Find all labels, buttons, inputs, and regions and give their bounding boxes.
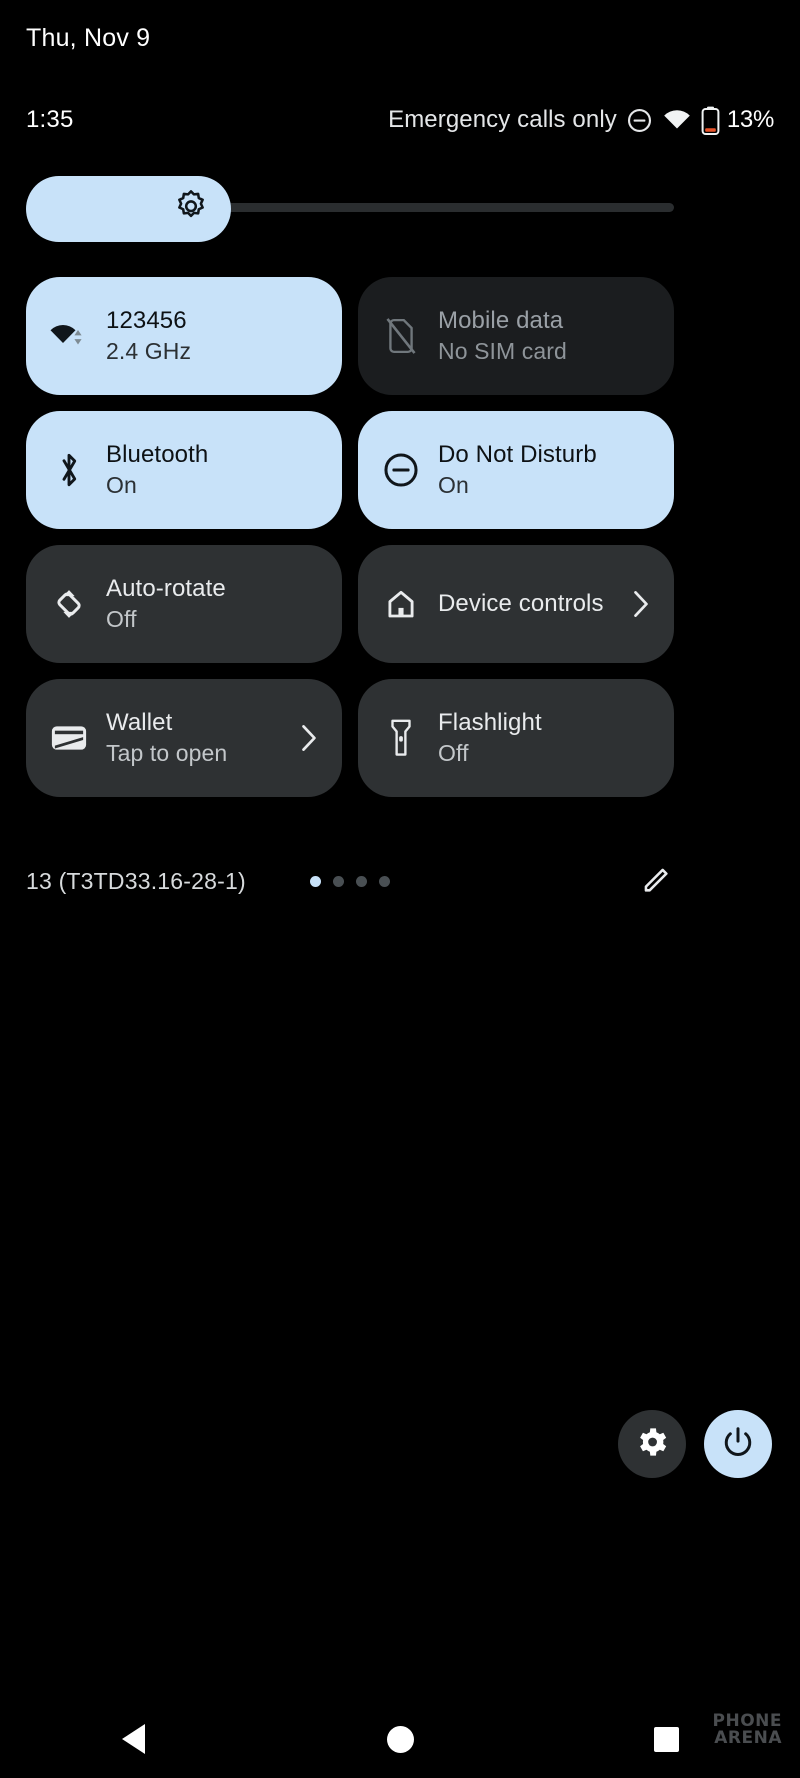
auto-rotate-icon — [48, 583, 90, 625]
chevron-right-icon[interactable] — [630, 589, 652, 619]
carrier-label: Emergency calls only — [388, 106, 617, 133]
edit-tiles-button[interactable] — [640, 862, 674, 901]
tile-wifi-text: 123456 2.4 GHz — [106, 306, 320, 366]
tile-bluetooth-subtitle: On — [106, 472, 137, 498]
tile-do-not-disturb-subtitle: On — [438, 472, 469, 498]
tile-wallet[interactable]: Wallet Tap to open — [26, 679, 342, 797]
tile-flashlight-title: Flashlight — [438, 709, 542, 736]
brightness-slider[interactable] — [26, 176, 674, 242]
tile-device-controls[interactable]: Device controls — [358, 545, 674, 663]
tile-bluetooth-title: Bluetooth — [106, 441, 209, 468]
tile-mobile-data-title: Mobile data — [438, 307, 564, 334]
tile-bluetooth-text: Bluetooth On — [106, 440, 320, 500]
watermark-line2: ARENA — [714, 1728, 782, 1748]
page-dot-1[interactable] — [310, 875, 321, 887]
nav-home-button[interactable] — [267, 1725, 534, 1753]
page-dot-2[interactable] — [333, 875, 344, 887]
tile-auto-rotate-subtitle: Off — [106, 606, 137, 632]
status-icons: Emergency calls only 13% — [388, 106, 774, 135]
do-not-disturb-icon — [380, 449, 422, 491]
nav-back-button[interactable] — [0, 1724, 267, 1754]
tile-wallet-subtitle: Tap to open — [106, 740, 228, 766]
quick-settings-tile-grid: 123456 2.4 GHz Mobile data No SIM card B… — [26, 277, 674, 797]
date-label: Thu, Nov 9 — [26, 24, 151, 52]
tile-wallet-title: Wallet — [106, 709, 173, 736]
home-circle-icon — [386, 1725, 414, 1753]
tile-mobile-data-subtitle: No SIM card — [438, 338, 567, 364]
tile-flashlight-subtitle: Off — [438, 740, 469, 766]
tile-do-not-disturb[interactable]: Do Not Disturb On — [358, 411, 674, 529]
back-triangle-icon — [121, 1724, 145, 1754]
tile-wallet-text: Wallet Tap to open — [106, 708, 282, 768]
wifi-tile-icon — [48, 315, 90, 357]
tile-mobile-data-text: Mobile data No SIM card — [438, 306, 652, 366]
page-dot-4[interactable] — [379, 875, 390, 887]
do-not-disturb-icon — [626, 107, 653, 134]
page-indicator[interactable] — [310, 875, 390, 887]
brightness-fill[interactable] — [26, 176, 231, 242]
page-dot-3[interactable] — [356, 875, 367, 887]
quick-settings-screen: Thu, Nov 9 1:35 Emergency calls only 13%… — [0, 0, 800, 1778]
footer-action-buttons — [618, 1410, 772, 1478]
power-icon — [721, 1425, 755, 1464]
status-bar: 1:35 Emergency calls only 13% — [0, 100, 800, 140]
tile-do-not-disturb-title: Do Not Disturb — [438, 441, 597, 468]
tile-device-controls-title: Device controls — [438, 590, 604, 617]
pencil-icon — [640, 862, 674, 901]
tile-wifi-title: 123456 — [106, 307, 187, 334]
tile-do-not-disturb-text: Do Not Disturb On — [438, 440, 652, 500]
wifi-icon — [662, 108, 692, 132]
chevron-right-icon[interactable] — [298, 723, 320, 753]
flashlight-icon — [380, 717, 422, 759]
brightness-icon — [173, 189, 209, 230]
bluetooth-icon — [48, 449, 90, 491]
tile-wifi[interactable]: 123456 2.4 GHz — [26, 277, 342, 395]
tile-flashlight-text: Flashlight Off — [438, 708, 652, 768]
settings-button[interactable] — [618, 1410, 686, 1478]
tile-device-controls-text: Device controls — [438, 589, 614, 619]
tile-flashlight[interactable]: Flashlight Off — [358, 679, 674, 797]
tile-mobile-data[interactable]: Mobile data No SIM card — [358, 277, 674, 395]
sim-off-icon — [380, 315, 422, 357]
quick-settings-footer: 13 (T3TD33.16-28-1) — [26, 857, 674, 905]
tile-auto-rotate-text: Auto-rotate Off — [106, 574, 320, 634]
wallet-icon — [48, 717, 90, 759]
tile-auto-rotate-title: Auto-rotate — [106, 575, 226, 602]
battery-low-icon — [701, 106, 720, 135]
recents-square-icon — [654, 1726, 680, 1752]
tile-auto-rotate[interactable]: Auto-rotate Off — [26, 545, 342, 663]
navigation-bar — [0, 1700, 800, 1778]
power-button[interactable] — [704, 1410, 772, 1478]
watermark: PHONE ARENA — [713, 1713, 782, 1747]
tile-bluetooth[interactable]: Bluetooth On — [26, 411, 342, 529]
gear-icon — [635, 1425, 669, 1464]
status-clock: 1:35 — [26, 106, 74, 133]
tile-wifi-subtitle: 2.4 GHz — [106, 338, 192, 364]
battery-percent-label: 13% — [726, 106, 774, 133]
build-number-label: 13 (T3TD33.16-28-1) — [26, 867, 246, 894]
home-icon — [380, 583, 422, 625]
